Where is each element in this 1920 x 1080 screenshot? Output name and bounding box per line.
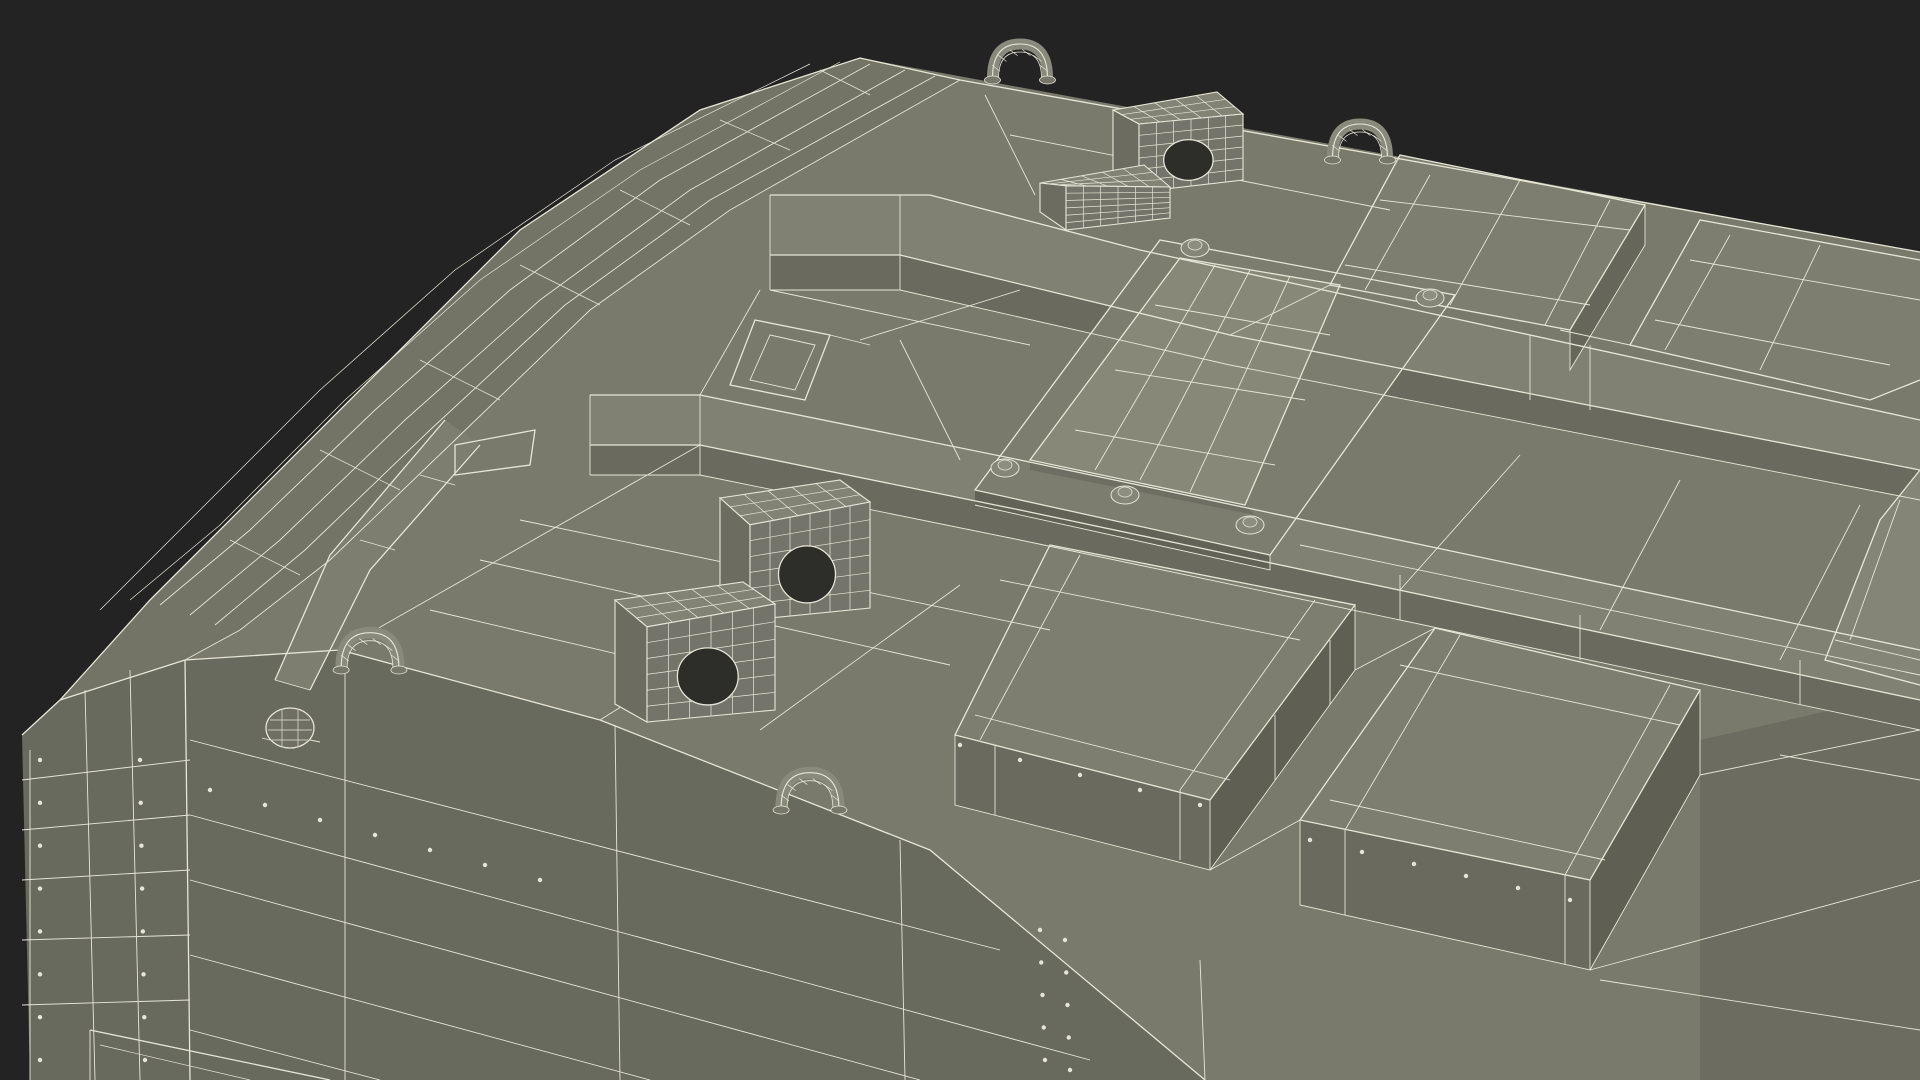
rivet xyxy=(139,843,144,848)
rivet xyxy=(1137,787,1143,793)
rivet xyxy=(37,929,43,934)
rivet xyxy=(207,787,213,793)
bolt-icon xyxy=(1110,485,1140,505)
bolt-icon xyxy=(1235,515,1265,535)
bolt-icon xyxy=(1180,238,1210,258)
rivet xyxy=(138,800,143,806)
rivet xyxy=(37,1057,43,1063)
rivet xyxy=(317,817,323,823)
rivet xyxy=(262,802,268,808)
rivet xyxy=(482,862,488,868)
rivet xyxy=(139,886,145,891)
rivet xyxy=(1040,992,1045,998)
rivet xyxy=(37,757,43,763)
rivet xyxy=(1077,772,1083,778)
wireframe-model-svg xyxy=(0,0,1920,1080)
rivet xyxy=(1064,970,1069,975)
rivet xyxy=(1062,937,1068,943)
rivet xyxy=(137,757,143,763)
rivet xyxy=(1463,873,1469,879)
rivet xyxy=(141,972,146,977)
rivet xyxy=(1515,885,1521,891)
rivet xyxy=(37,972,43,977)
render-viewport xyxy=(0,0,1920,1080)
rivet xyxy=(1039,960,1044,965)
rivet xyxy=(1307,837,1313,843)
rivet xyxy=(1411,861,1417,867)
rivet xyxy=(1067,1067,1073,1073)
rivet xyxy=(1065,1002,1070,1008)
rivet xyxy=(37,1014,43,1020)
right-wall xyxy=(1700,690,1920,1080)
rivet xyxy=(372,832,378,838)
rivet xyxy=(142,1057,148,1063)
bolt-icon xyxy=(990,458,1020,478)
vent-block-4 xyxy=(613,581,777,723)
rivet xyxy=(1066,1035,1071,1040)
rivet xyxy=(37,886,43,891)
rivet xyxy=(1041,1025,1046,1030)
rivet xyxy=(1017,757,1023,763)
rivet xyxy=(957,742,963,748)
rivet xyxy=(427,847,433,853)
rivet xyxy=(1037,927,1043,933)
bolt-icon xyxy=(1415,288,1445,308)
rivet xyxy=(37,800,43,806)
rivet xyxy=(1197,802,1203,808)
rivet xyxy=(537,877,543,883)
rivet xyxy=(1359,849,1365,855)
rivet xyxy=(37,843,43,848)
rivet xyxy=(1567,897,1573,903)
rivet xyxy=(1042,1057,1048,1063)
rivet xyxy=(140,929,146,934)
rivet xyxy=(142,1014,147,1020)
